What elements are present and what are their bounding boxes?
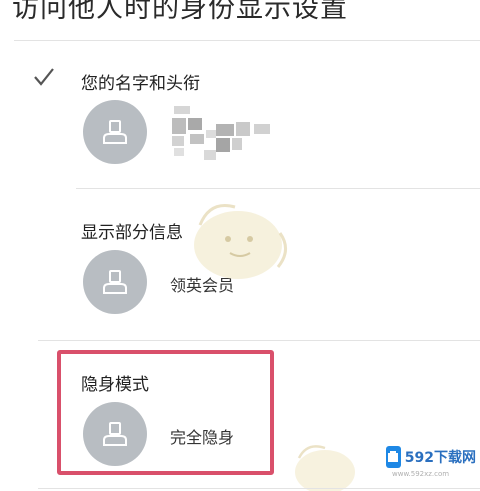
option-value: 完全隐身 bbox=[170, 428, 235, 447]
check-icon bbox=[34, 68, 54, 86]
avatar bbox=[83, 402, 147, 466]
mascot-watermark-icon bbox=[194, 204, 287, 279]
blurred-name bbox=[168, 104, 278, 162]
person-icon bbox=[103, 422, 127, 446]
option-title: 您的名字和头衔 bbox=[81, 74, 200, 94]
option-title: 显示部分信息 bbox=[81, 223, 183, 243]
page-title: 访问他人时的身份显示设置 bbox=[12, 0, 348, 24]
logo-text: 592下载网 bbox=[404, 450, 476, 466]
logo-icon bbox=[386, 446, 401, 468]
divider bbox=[38, 340, 480, 341]
avatar bbox=[83, 100, 147, 164]
avatar bbox=[83, 250, 147, 314]
mascot-watermark-icon bbox=[295, 445, 355, 491]
divider bbox=[38, 488, 480, 489]
person-icon bbox=[103, 120, 127, 144]
site-logo: 592下载网 bbox=[386, 444, 476, 470]
divider bbox=[76, 188, 480, 189]
person-icon bbox=[103, 270, 127, 294]
option-title: 隐身模式 bbox=[81, 375, 149, 395]
logo-subtext: www.592xz.com bbox=[392, 470, 450, 478]
divider bbox=[14, 40, 480, 41]
